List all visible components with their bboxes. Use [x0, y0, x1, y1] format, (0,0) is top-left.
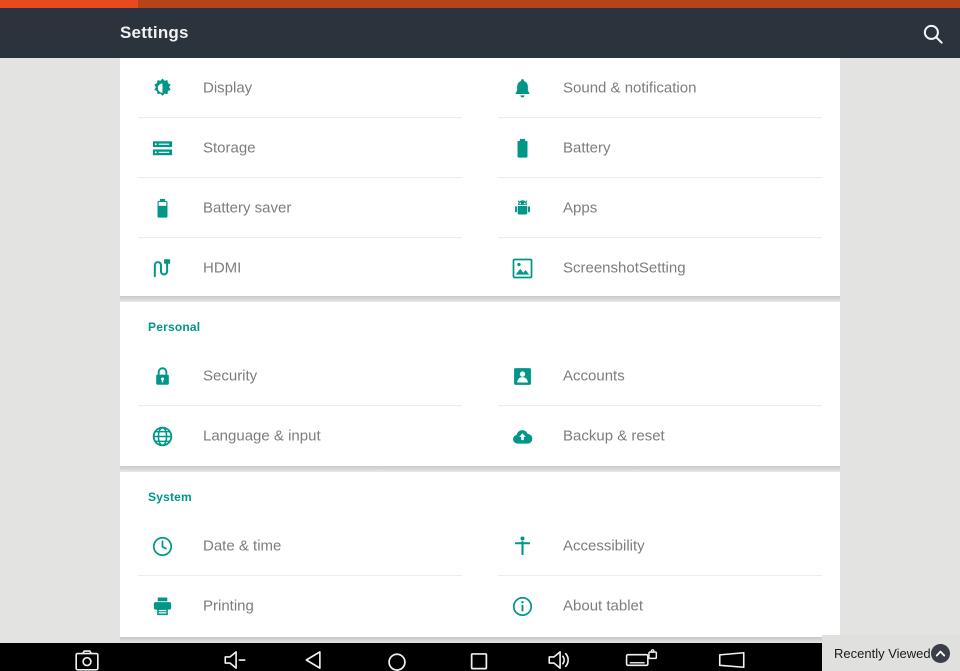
account-badge-icon [510, 364, 534, 388]
settings-row-storage[interactable]: Storage [120, 118, 480, 178]
settings-row-label: Security [203, 368, 257, 385]
column-left: Display Storage [120, 58, 480, 298]
settings-row-label: Battery [563, 140, 611, 157]
settings-row-label: Accounts [563, 368, 625, 385]
settings-row-accounts[interactable]: Accounts [480, 346, 840, 406]
recently-viewed-bar[interactable]: Recently Viewed [822, 635, 960, 671]
settings-row-backup-reset[interactable]: Backup & reset [480, 406, 840, 466]
home-icon[interactable] [380, 649, 414, 671]
accessibility-icon [510, 534, 534, 558]
settings-row-apps[interactable]: Apps [480, 178, 840, 238]
printer-icon [150, 594, 174, 618]
section-title-system: System [148, 490, 192, 504]
cloud-upload-icon [510, 424, 534, 448]
keyboard-icon[interactable] [620, 649, 664, 671]
settings-scroll-area[interactable]: Display Storage [0, 58, 960, 643]
settings-card-system: System Date & time [120, 472, 840, 637]
display-screen-icon[interactable] [712, 649, 752, 671]
progress-fill [0, 0, 138, 8]
android-robot-icon [510, 196, 534, 220]
settings-row-label: Date & time [203, 538, 281, 555]
settings-row-sound-notification[interactable]: Sound & notification [480, 58, 840, 118]
clock-icon [150, 534, 174, 558]
settings-card-device: Display Storage [120, 58, 840, 296]
settings-row-date-time[interactable]: Date & time [120, 516, 480, 576]
page-title: Settings [120, 8, 189, 58]
recents-icon[interactable] [462, 649, 496, 671]
lock-icon [150, 364, 174, 388]
chevron-up-icon[interactable] [931, 644, 950, 663]
brightness-icon [150, 76, 174, 100]
volume-up-icon[interactable] [542, 649, 576, 671]
settings-row-battery-saver[interactable]: Battery saver [120, 178, 480, 238]
battery-icon [510, 136, 534, 160]
bell-icon [510, 76, 534, 100]
settings-row-label: Accessibility [563, 538, 645, 555]
settings-row-label: Display [203, 80, 252, 97]
settings-row-label: HDMI [203, 260, 241, 277]
settings-row-label: ScreenshotSetting [563, 260, 686, 277]
column-right: Accounts Backup & reset [480, 346, 840, 466]
settings-row-screenshot-setting[interactable]: ScreenshotSetting [480, 238, 840, 298]
battery-saver-icon [150, 196, 174, 220]
settings-row-label: Printing [203, 598, 254, 615]
search-icon[interactable] [920, 21, 946, 47]
section-title-personal: Personal [148, 320, 200, 334]
settings-row-label: Battery saver [203, 200, 291, 217]
settings-row-display[interactable]: Display [120, 58, 480, 118]
column-right: Accessibility About tablet [480, 516, 840, 636]
screenshot-icon[interactable] [70, 649, 104, 671]
volume-down-icon[interactable] [218, 649, 252, 671]
system-navigation-bar [0, 643, 960, 671]
column-right: Sound & notification Battery [480, 58, 840, 298]
settings-row-hdmi[interactable]: HDMI [120, 238, 480, 298]
settings-row-label: Sound & notification [563, 80, 696, 97]
storage-list-icon [150, 136, 174, 160]
settings-row-printing[interactable]: Printing [120, 576, 480, 636]
settings-screen: Settings Display [0, 0, 960, 671]
image-picture-icon [510, 256, 534, 280]
back-icon[interactable] [298, 649, 332, 671]
settings-row-about-tablet[interactable]: About tablet [480, 576, 840, 636]
settings-row-label: Backup & reset [563, 428, 665, 445]
settings-row-label: Apps [563, 200, 597, 217]
app-bar: Settings [0, 8, 960, 58]
settings-row-label: Storage [203, 140, 256, 157]
recently-viewed-label: Recently Viewed [834, 646, 931, 661]
globe-icon [150, 424, 174, 448]
settings-row-language-input[interactable]: Language & input [120, 406, 480, 466]
info-circle-icon [510, 594, 534, 618]
settings-row-accessibility[interactable]: Accessibility [480, 516, 840, 576]
settings-row-security[interactable]: Security [120, 346, 480, 406]
column-left: Security Language & input [120, 346, 480, 466]
hdmi-cable-icon [150, 256, 174, 280]
top-progress-bar [0, 0, 960, 8]
settings-card-personal: Personal Security [120, 302, 840, 466]
settings-row-battery[interactable]: Battery [480, 118, 840, 178]
column-left: Date & time Printing [120, 516, 480, 636]
settings-row-label: Language & input [203, 428, 321, 445]
settings-row-label: About tablet [563, 598, 643, 615]
